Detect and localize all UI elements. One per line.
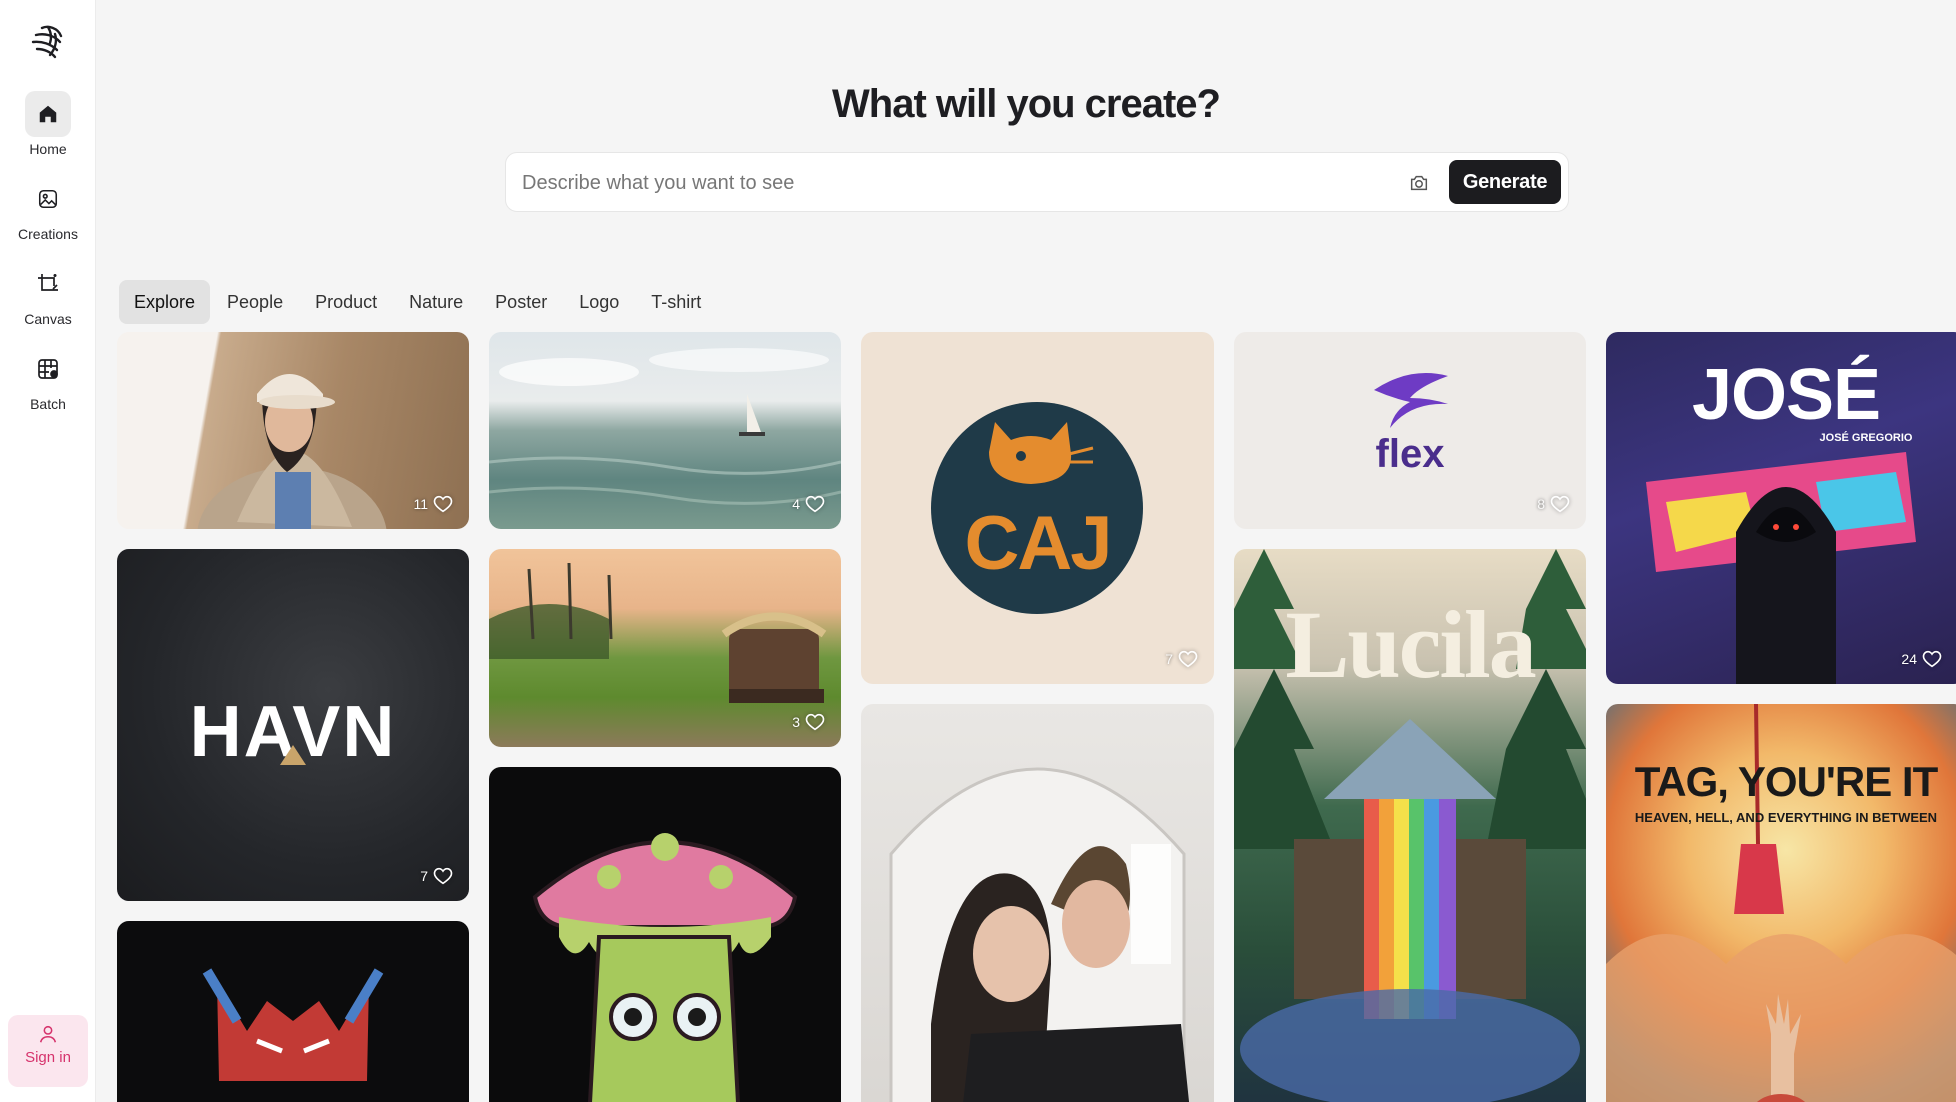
sidebar-item-label: Canvas xyxy=(24,311,72,327)
heart-icon xyxy=(433,495,453,513)
heart-icon xyxy=(1922,650,1942,668)
tag-poster-title: TAG, YOU'RE IT xyxy=(1634,758,1938,805)
likes-counter[interactable]: 8 xyxy=(1537,495,1570,513)
gallery-card[interactable] xyxy=(489,767,841,1102)
gallery-card[interactable]: flex 8 xyxy=(1234,332,1586,529)
likes-count: 11 xyxy=(413,496,428,512)
houseboat-photo xyxy=(489,562,827,703)
canvas-icon xyxy=(25,261,71,307)
red-beast-art xyxy=(202,968,384,1081)
tab-people[interactable]: People xyxy=(212,280,298,324)
heart-icon xyxy=(433,867,453,885)
gallery-card[interactable] xyxy=(117,921,469,1102)
triangle-icon xyxy=(280,745,306,765)
sidebar-item-creations[interactable]: Creations xyxy=(0,176,96,242)
gallery-card[interactable]: 4 xyxy=(489,332,841,529)
sidebar-item-label: Home xyxy=(29,141,67,157)
batch-icon xyxy=(25,346,71,392)
heart-icon xyxy=(1178,650,1198,668)
prompt-bar: Generate xyxy=(505,152,1569,212)
likes-counter[interactable]: 4 xyxy=(792,495,825,513)
sailboat-photo xyxy=(489,348,841,505)
sign-in-label: Sign in xyxy=(25,1049,71,1066)
gallery-card[interactable]: HAVN 7 xyxy=(117,549,469,901)
sidebar-item-label: Batch xyxy=(30,396,66,412)
tab-explore[interactable]: Explore xyxy=(119,280,211,324)
tab-logo[interactable]: Logo xyxy=(564,280,634,324)
tab-t-shirt[interactable]: T-shirt xyxy=(636,280,716,324)
likes-count: 8 xyxy=(1537,496,1545,512)
gallery-card[interactable]: TAG, YOU'RE IT HEAVEN, HELL, AND EVERYTH… xyxy=(1606,704,1956,1102)
likes-count: 7 xyxy=(1165,651,1173,667)
gallery-card[interactable]: 3 xyxy=(489,549,841,747)
mushroom-art xyxy=(532,833,798,1102)
image-icon xyxy=(25,176,71,222)
likes-counter[interactable]: 11 xyxy=(413,495,453,513)
sidebar-item-canvas[interactable]: Canvas xyxy=(0,261,96,327)
jose-title-text: JOSÉ xyxy=(1691,355,1881,435)
app-logo-icon[interactable] xyxy=(28,22,68,62)
likes-count: 7 xyxy=(420,868,428,884)
lucila-title-text: Lucila xyxy=(1285,591,1536,698)
tab-poster[interactable]: Poster xyxy=(480,280,562,324)
tag-poster-subtitle: HEAVEN, HELL, AND EVERYTHING IN BETWEEN xyxy=(1634,810,1938,825)
heart-icon xyxy=(805,713,825,731)
sign-in-button[interactable]: Sign in xyxy=(8,1015,88,1087)
generate-button[interactable]: Generate xyxy=(1449,160,1561,204)
likes-count: 4 xyxy=(792,496,800,512)
couple-photo xyxy=(889,767,1190,1102)
likes-counter[interactable]: 24 xyxy=(1901,650,1942,668)
sidebar-item-home[interactable]: Home xyxy=(0,91,96,157)
user-icon xyxy=(8,1015,88,1045)
tab-nature[interactable]: Nature xyxy=(394,280,478,324)
likes-count: 3 xyxy=(792,714,800,730)
likes-count: 24 xyxy=(1901,651,1917,667)
gallery-card[interactable]: JOSÉ JOSÉ GREGORIO 24 xyxy=(1606,332,1956,684)
tab-product[interactable]: Product xyxy=(300,280,392,324)
jose-subtitle-text: JOSÉ GREGORIO xyxy=(1819,432,1913,444)
prompt-input[interactable] xyxy=(522,163,1482,203)
likes-counter[interactable]: 3 xyxy=(792,713,825,731)
page-title: What will you create? xyxy=(832,82,1221,126)
camera-icon[interactable] xyxy=(1405,169,1433,197)
flex-logo-text: flex xyxy=(1375,432,1445,476)
sidebar-item-label: Creations xyxy=(18,226,78,242)
gallery-card[interactable] xyxy=(861,704,1214,1102)
category-tabs: Explore People Product Nature Poster Log… xyxy=(119,280,716,324)
gallery-card[interactable]: CAJ 7 xyxy=(861,332,1214,684)
flex-logo-icon xyxy=(1374,373,1448,428)
sidebar: Home Creations Canvas Batch Sign in xyxy=(0,0,96,1102)
cat-logo-text: CAJ xyxy=(964,501,1112,586)
gallery-card[interactable]: 11 xyxy=(117,332,469,529)
sidebar-item-batch[interactable]: Batch xyxy=(0,346,96,412)
heart-icon xyxy=(805,495,825,513)
home-icon xyxy=(25,91,71,137)
heart-icon xyxy=(1550,495,1570,513)
likes-counter[interactable]: 7 xyxy=(420,867,453,885)
gallery-card[interactable]: Lucila xyxy=(1234,549,1586,1102)
likes-counter[interactable]: 7 xyxy=(1165,650,1198,668)
